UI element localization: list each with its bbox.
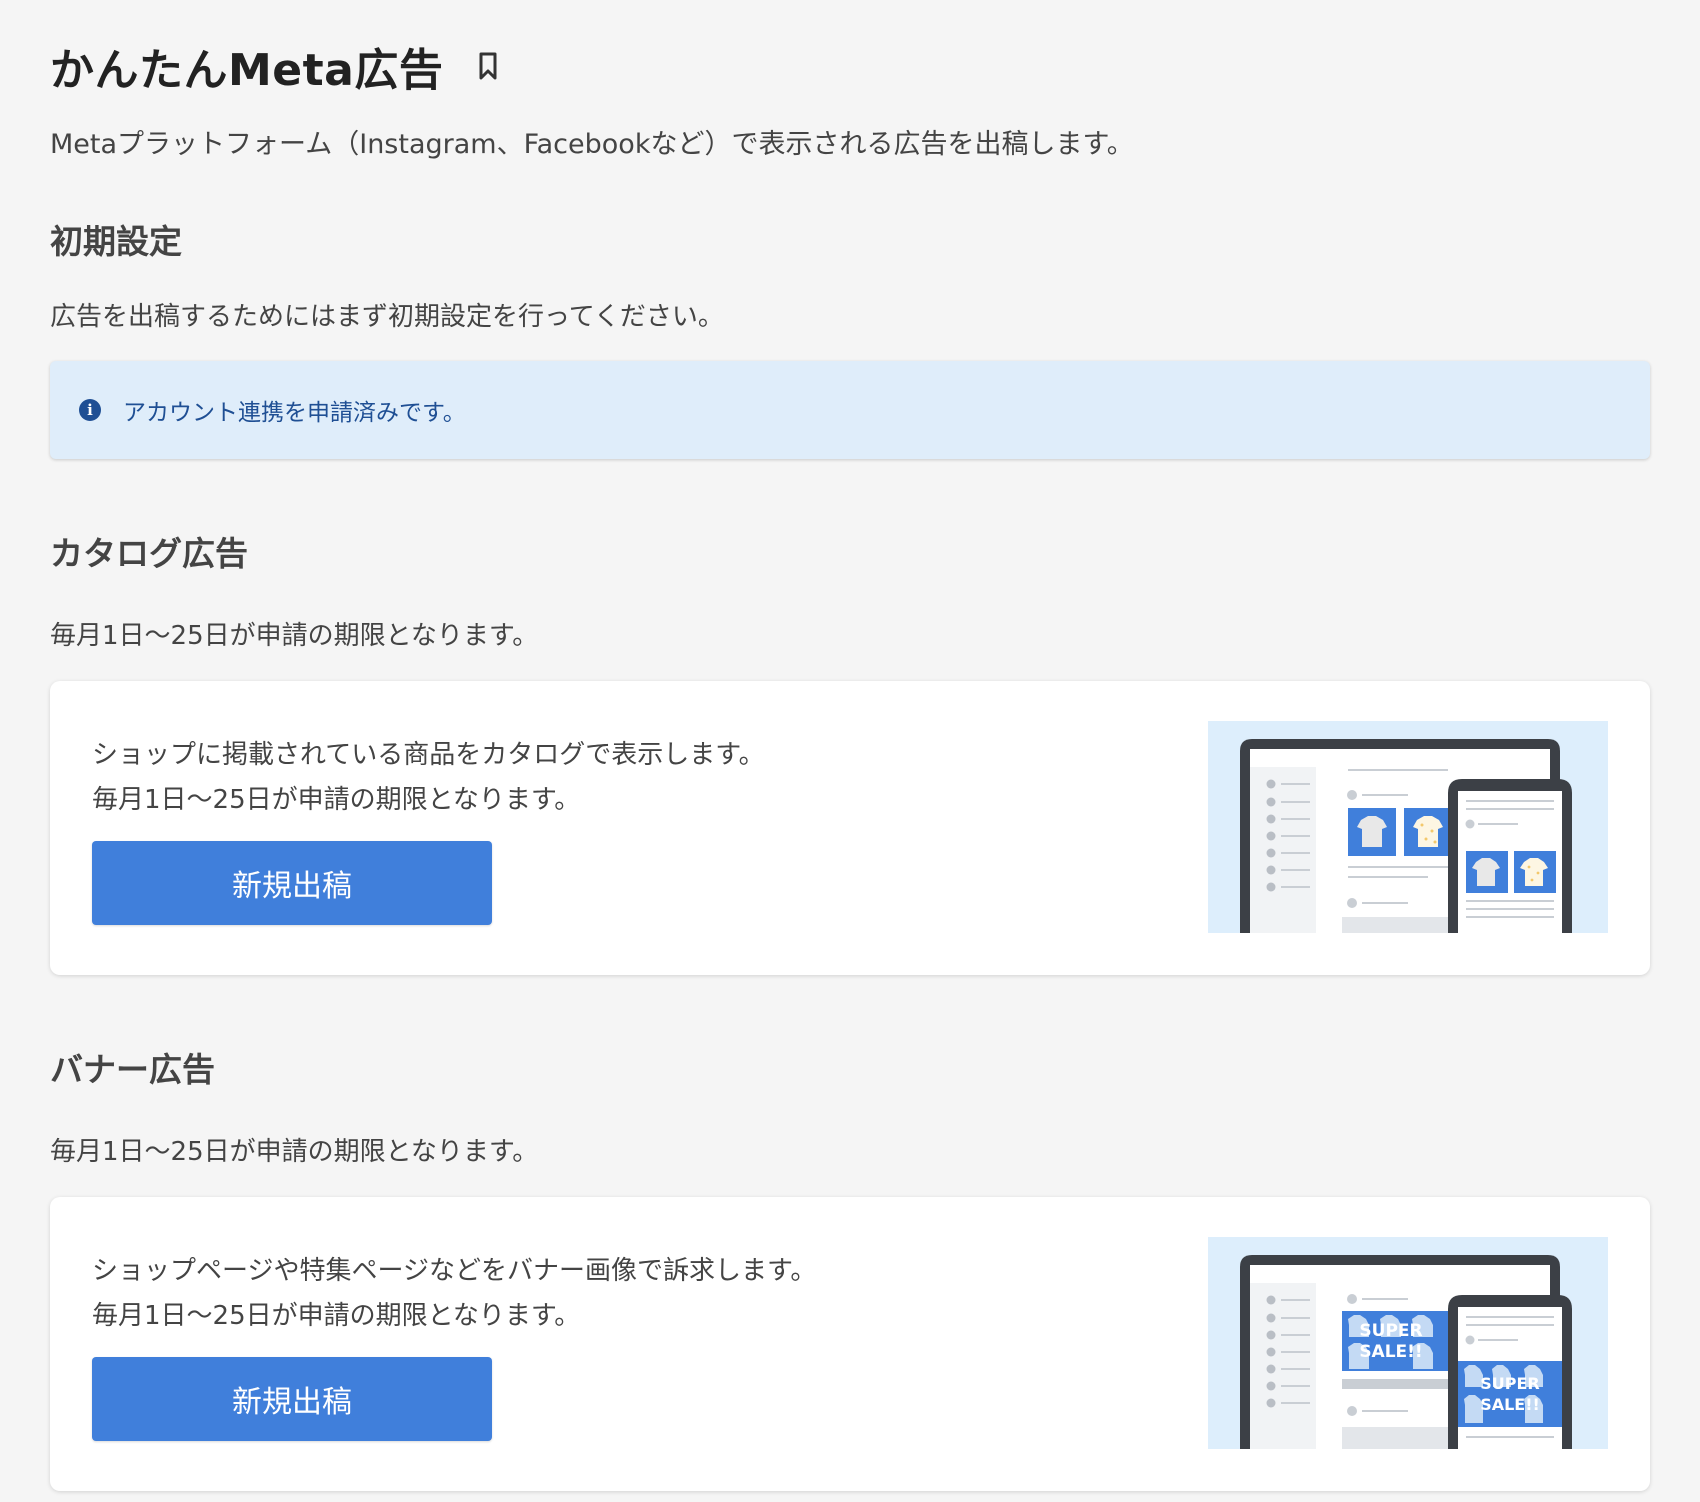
page-title: かんたんMeta広告 — [50, 45, 444, 96]
info-icon: i — [79, 399, 101, 421]
info-alert-text: アカウント連携を申請済みです。 — [123, 400, 466, 426]
banner-ad-heading: バナー広告 — [50, 1050, 215, 1089]
page: かんたんMeta広告 Metaプラットフォーム（Instagram、Facebo… — [0, 0, 1700, 1502]
initial-setup-description: 広告を出稿するためにはまず初期設定を行ってください。 — [50, 302, 724, 332]
catalog-card-line2: 毎月1日〜25日が申請の期限となります。 — [92, 785, 581, 815]
banner-card-text: ショップページや特集ページなどをバナー画像で訴求します。 毎月1日〜25日が申請… — [92, 1249, 816, 1339]
banner-ad-card: ショップページや特集ページなどをバナー画像で訴求します。 毎月1日〜25日が申請… — [50, 1197, 1650, 1491]
info-alert: i アカウント連携を申請済みです。 — [50, 361, 1650, 459]
catalog-ad-heading: カタログ広告 — [50, 534, 248, 573]
catalog-ad-card: ショップに掲載されている商品をカタログで表示します。 毎月1日〜25日が申請の期… — [50, 681, 1650, 975]
banner-card-line1: ショップページや特集ページなどをバナー画像で訴求します。 — [92, 1256, 817, 1286]
initial-setup-heading: 初期設定 — [50, 222, 182, 261]
catalog-illustration — [1208, 721, 1608, 933]
banner-illustration: SUPER SALE!! SUPER SALE!! — [1208, 1237, 1608, 1449]
catalog-card-text: ショップに掲載されている商品をカタログで表示します。 毎月1日〜25日が申請の期… — [92, 733, 765, 823]
catalog-new-post-button[interactable]: 新規出稿 — [92, 841, 492, 925]
title-row: かんたんMeta広告 — [50, 36, 1650, 96]
catalog-ad-description: 毎月1日〜25日が申請の期限となります。 — [50, 621, 539, 651]
banner-card-line2: 毎月1日〜25日が申請の期限となります。 — [92, 1301, 581, 1331]
bookmark-icon[interactable] — [477, 49, 499, 83]
banner-illus-phone-text-2: SALE!! — [1480, 1395, 1540, 1414]
banner-ad-description: 毎月1日〜25日が申請の期限となります。 — [50, 1137, 539, 1167]
banner-new-post-button[interactable]: 新規出稿 — [92, 1357, 492, 1441]
page-subtitle: Metaプラットフォーム（Instagram、Facebookなど）で表示される… — [50, 129, 1134, 160]
banner-illus-text-1: SUPER — [1359, 1321, 1422, 1341]
banner-illus-phone-text-1: SUPER — [1480, 1374, 1540, 1393]
catalog-card-line1: ショップに掲載されている商品をカタログで表示します。 — [92, 740, 765, 770]
banner-illus-text-2: SALE!! — [1359, 1342, 1422, 1362]
